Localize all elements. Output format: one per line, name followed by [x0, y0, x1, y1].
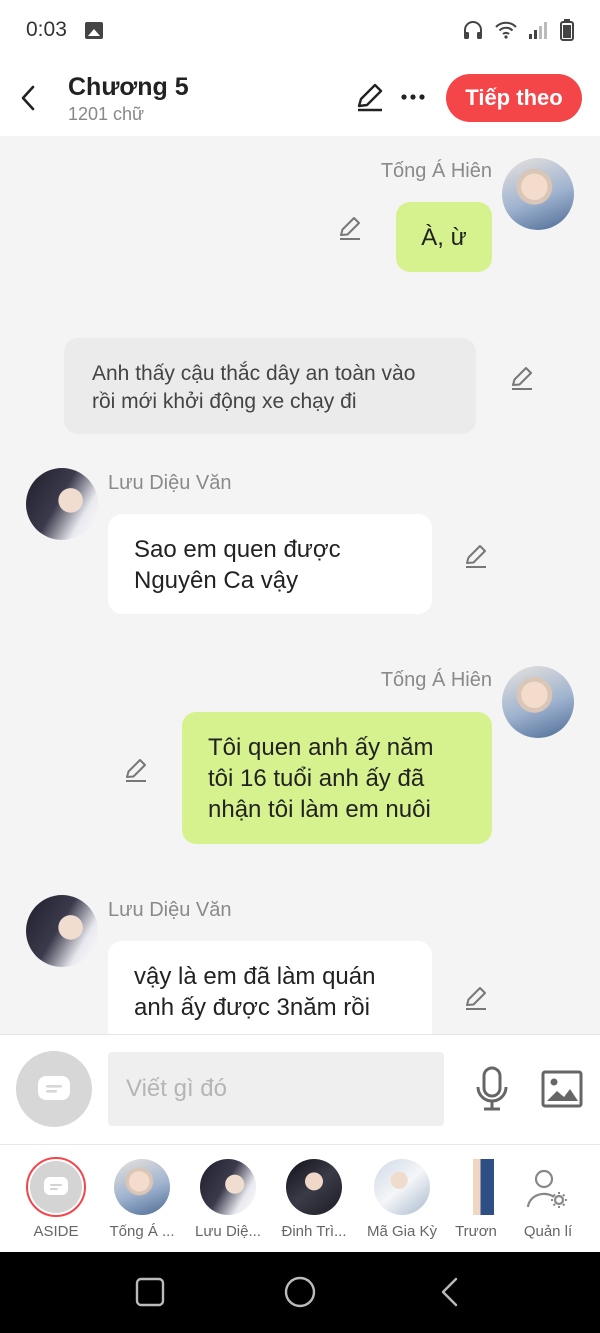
edit-message-icon[interactable] — [508, 364, 536, 392]
avatar — [464, 1159, 494, 1215]
chapter-header: Chương 5 1201 chữ Tiếp theo — [0, 60, 600, 136]
message-line: Tôi quen anh ấy năm — [208, 734, 434, 761]
edit-chapter-button[interactable] — [353, 80, 387, 114]
aside-chat-icon — [38, 1076, 70, 1100]
microphone-icon — [476, 1066, 508, 1111]
back-button[interactable] — [2, 68, 54, 128]
aside-chat-icon — [44, 1177, 68, 1195]
edit-message-icon[interactable] — [462, 984, 490, 1012]
edit-message-icon[interactable] — [462, 542, 490, 570]
narration-line: Anh thấy cậu thắc dây an toàn vào — [92, 362, 416, 385]
avatar-luu-dieu-van[interactable] — [26, 895, 98, 967]
image-icon — [541, 1070, 583, 1108]
edit-message-icon[interactable] — [122, 756, 150, 784]
message-line: anh ấy được 3năm rồi — [134, 994, 370, 1021]
message-bubble[interactable]: Tôi quen anh ấy năm tôi 16 tuổi anh ấy đ… — [182, 712, 492, 844]
narration-line: rồi mới khởi động xe chạy đi — [92, 390, 357, 413]
status-time: 0:03 — [26, 18, 67, 41]
character-item-ma-gia-ky[interactable]: Mã Gia Kỳ — [364, 1155, 440, 1251]
word-count: 1201 chữ — [68, 103, 145, 124]
message-bubble[interactable]: Sao em quen được Nguyên Ca vậy — [108, 514, 432, 614]
aside-icon — [30, 1161, 82, 1213]
battery-icon — [560, 19, 574, 41]
message-bubble[interactable]: À, ừ — [396, 202, 492, 272]
signal-icon — [529, 22, 547, 39]
avatar — [286, 1159, 342, 1215]
avatar-luu-dieu-van[interactable] — [26, 468, 98, 540]
edit-message-icon[interactable] — [336, 214, 364, 242]
back-triangle-icon[interactable] — [432, 1274, 468, 1310]
character-label: Mã Gia Kỳ — [366, 1223, 438, 1240]
system-nav-bar — [0, 1252, 600, 1333]
message-line: Nguyên Ca vậy — [134, 567, 299, 594]
character-label: Lưu Diệ... — [195, 1223, 261, 1240]
pencil-icon — [357, 83, 383, 112]
home-circle-icon[interactable] — [282, 1274, 318, 1310]
avatar-tong-a-hien[interactable] — [502, 666, 574, 738]
manage-characters-button[interactable]: Quản lí — [510, 1155, 586, 1251]
character-item-tong-a-hien[interactable]: Tống Á ... — [104, 1155, 180, 1251]
narration-bubble[interactable]: Anh thấy cậu thắc dây an toàn vào rồi mớ… — [64, 338, 476, 434]
aside-selected-ring — [26, 1157, 86, 1217]
sender-name: Lưu Diệu Văn — [108, 472, 232, 494]
character-item-truong[interactable]: Trươn — [450, 1155, 506, 1251]
message-line: tôi 16 tuổi anh ấy đã — [208, 765, 425, 792]
character-label: ASIDE — [33, 1223, 79, 1240]
image-upload-button[interactable] — [540, 1069, 584, 1109]
character-label: Tống Á ... — [109, 1223, 175, 1240]
sender-name: Tống Á Hiên — [380, 160, 492, 182]
back-arrow-icon — [21, 85, 35, 111]
next-chapter-button[interactable]: Tiếp theo — [446, 74, 582, 122]
avatar — [200, 1159, 256, 1215]
character-label: Đinh Trì... — [281, 1223, 347, 1240]
voice-button[interactable] — [472, 1065, 512, 1113]
avatar — [374, 1159, 430, 1215]
status-icons — [462, 19, 574, 41]
character-item-aside[interactable]: ASIDE — [18, 1155, 94, 1251]
character-item-luu-dieu-van[interactable]: Lưu Diệ... — [190, 1155, 266, 1251]
character-switch-button[interactable] — [16, 1051, 92, 1127]
recents-square-icon[interactable] — [132, 1274, 168, 1310]
message-input[interactable] — [108, 1052, 444, 1126]
character-label: Trươn — [455, 1223, 497, 1240]
more-options-button[interactable] — [398, 80, 428, 114]
message-line: vậy là em đã làm quán — [134, 963, 376, 990]
message-line: nhận tôi làm em nuôi — [208, 796, 431, 823]
avatar-tong-a-hien[interactable] — [502, 158, 574, 230]
message-bubble[interactable]: vậy là em đã làm quán anh ấy được 3năm r… — [108, 941, 432, 1034]
headphones-icon — [464, 21, 482, 39]
manage-user-icon — [526, 1169, 567, 1208]
chat-area[interactable]: Tống Á Hiên À, ừ Anh thấy cậu thắc dây a… — [0, 136, 600, 1034]
sender-name: Tống Á Hiên — [380, 669, 492, 691]
avatar — [114, 1159, 170, 1215]
sender-name: Lưu Diệu Văn — [108, 899, 232, 921]
character-label: Quản lí — [523, 1223, 573, 1240]
character-item-dinh-trinh-han[interactable]: Đinh Trì... — [276, 1155, 352, 1251]
message-line: Sao em quen được — [134, 536, 341, 563]
chapter-title: Chương 5 — [68, 72, 189, 101]
wifi-icon — [495, 21, 517, 39]
character-bar: ASIDE Tống Á ... Lưu Diệ... Đinh Trì... … — [0, 1144, 600, 1252]
more-dots-icon — [401, 94, 425, 100]
gallery-notification-icon — [84, 21, 103, 39]
status-bar: 0:03 — [0, 0, 600, 60]
composer — [0, 1034, 600, 1144]
title-block: Chương 5 1201 chữ — [68, 72, 189, 125]
